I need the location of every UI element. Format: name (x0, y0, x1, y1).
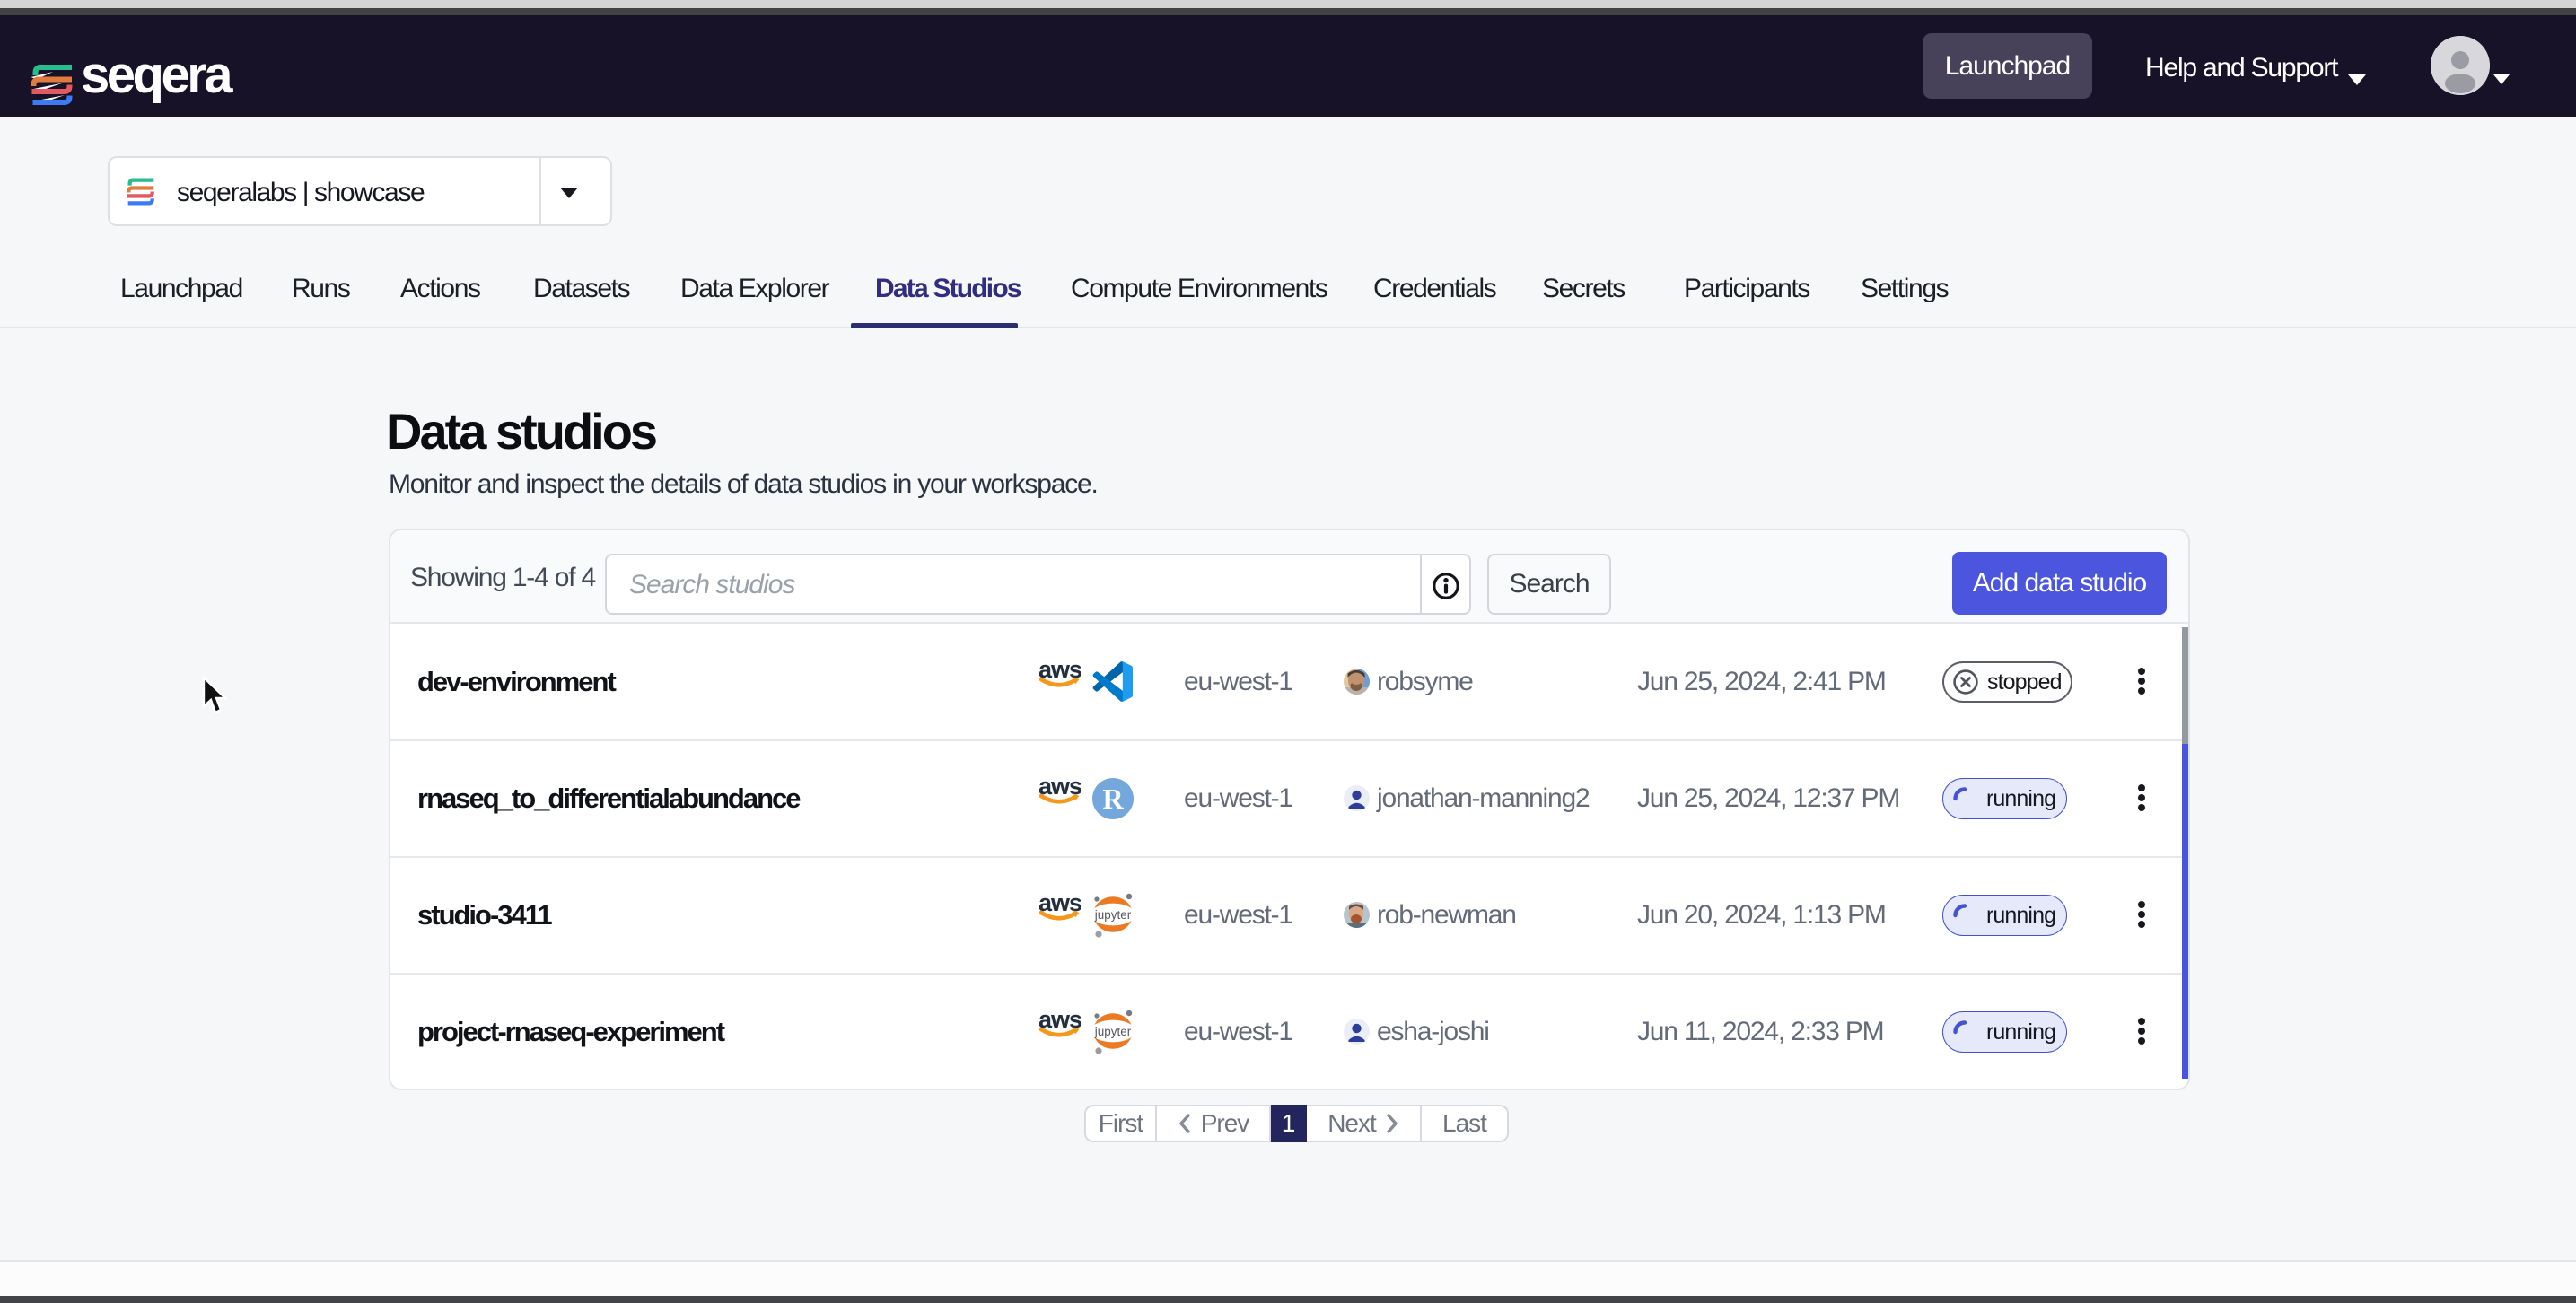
svg-text:R: R (1102, 783, 1124, 815)
svg-text:jupyter: jupyter (1094, 908, 1132, 922)
svg-text:jupyter: jupyter (1094, 1025, 1132, 1038)
